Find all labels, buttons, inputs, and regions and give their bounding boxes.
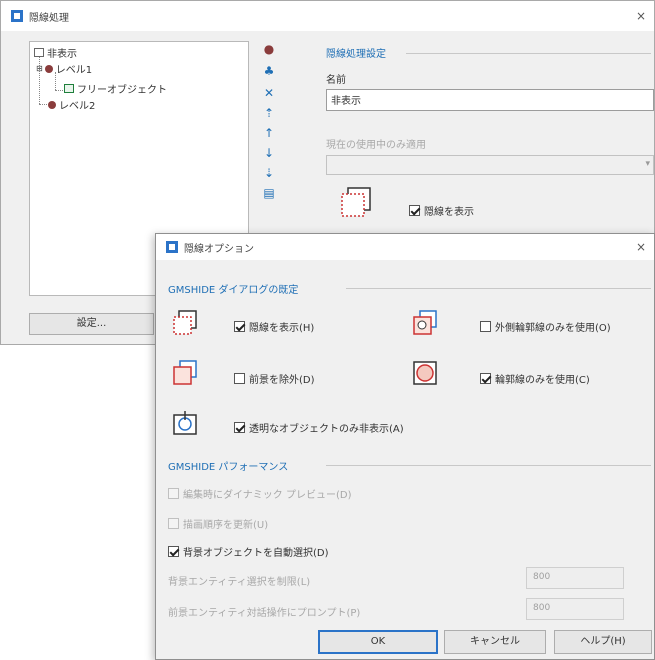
outer-outline-only-checkbox[interactable]: 外側輪郭線のみを使用(O)	[480, 319, 611, 334]
move-bottom-icon[interactable]: ⇣	[259, 165, 279, 181]
show-hidden-checkbox[interactable]: 隠線を表示	[409, 203, 474, 218]
checkbox-box[interactable]	[480, 321, 491, 332]
ok-button[interactable]: OK	[318, 630, 438, 654]
transparent-object-icon	[173, 411, 197, 435]
app-icon	[166, 241, 178, 253]
settings-button[interactable]: 設定...	[29, 313, 154, 335]
tree-item-label: レベル1	[55, 65, 93, 76]
app-icon	[11, 10, 23, 22]
title-bar: 隠線処理 ×	[1, 1, 654, 31]
group-divider	[346, 288, 651, 289]
tree-item-label: レベル2	[59, 101, 96, 112]
settings-group-title: 隠線処理設定	[326, 49, 386, 60]
gmshide-defaults-title: GMSHIDE ダイアログの既定	[168, 285, 299, 296]
close-icon[interactable]: ×	[636, 9, 646, 23]
name-input[interactable]: 非表示	[326, 89, 654, 111]
update-draw-order-checkbox[interactable]: 描画順序を更新(U)	[168, 516, 268, 531]
tree-connector	[39, 104, 47, 105]
checkbox-box[interactable]	[234, 373, 245, 384]
checkbox-label: 透明なオブジェクトのみ非表示(A)	[249, 424, 404, 435]
checkbox-box[interactable]	[409, 205, 420, 216]
more-icon[interactable]: ▤	[259, 185, 279, 201]
delete-icon[interactable]: ✕	[259, 85, 279, 101]
checkbox-label: 外側輪郭線のみを使用(O)	[495, 323, 611, 334]
checkbox-label: 背景オブジェクトを自動選択(D)	[183, 548, 329, 559]
checkbox-label: 隠線を表示(H)	[249, 323, 315, 334]
tree-item-level1[interactable]: ⊟ レベル1	[36, 62, 93, 76]
auto-select-background-checkbox[interactable]: 背景オブジェクトを自動選択(D)	[168, 544, 329, 559]
applies-label: 現在の使用中のみ適用	[326, 140, 426, 151]
outline-only-icon	[413, 361, 437, 385]
gmshide-performance-title: GMSHIDE パフォーマンス	[168, 462, 289, 473]
move-top-icon[interactable]: ↑	[259, 125, 279, 141]
dynamic-preview-checkbox[interactable]: 編集時にダイナミック プレビュー(D)	[168, 486, 351, 501]
checkbox-box[interactable]	[168, 488, 179, 499]
checkbox-box[interactable]	[168, 546, 179, 557]
level-icon	[44, 64, 53, 73]
move-down-icon[interactable]: ↓	[259, 145, 279, 161]
checkbox-box[interactable]	[234, 422, 245, 433]
limit-background-input[interactable]: 800	[526, 567, 624, 589]
group-divider	[406, 53, 651, 54]
dialog-title: 隠線オプション	[184, 243, 254, 255]
tree-item-label: フリーオブジェクト	[77, 85, 167, 96]
help-button[interactable]: ヘルプ(H)	[554, 630, 652, 654]
level-icon	[48, 100, 56, 109]
outline-only-checkbox[interactable]: 輪郭線のみを使用(C)	[480, 371, 590, 386]
applies-select[interactable]: ▾	[326, 155, 654, 175]
show-hidden-lines-checkbox[interactable]: 隠線を表示(H)	[234, 319, 314, 334]
exclude-foreground-checkbox[interactable]: 前景を除外(D)	[234, 371, 315, 386]
transparent-only-checkbox[interactable]: 透明なオブジェクトのみ非表示(A)	[234, 420, 404, 435]
object-icon	[64, 84, 74, 93]
hidden-line-preview-icon	[341, 187, 371, 217]
style-icon	[34, 48, 44, 57]
title-bar: 隠線オプション ×	[156, 234, 654, 260]
foreground-prompt-input[interactable]: 800	[526, 598, 624, 620]
hidden-line-options-dialog: 隠線オプション × GMSHIDE ダイアログの既定 隠線を表示(H) 外側輪郭…	[155, 233, 655, 660]
checkbox-label: 編集時にダイナミック プレビュー(D)	[183, 490, 352, 501]
checkbox-label: 前景を除外(D)	[249, 375, 315, 386]
cancel-button[interactable]: キャンセル	[444, 630, 546, 654]
tree-item-label: 非表示	[47, 49, 77, 60]
hidden-line-icon	[173, 310, 197, 335]
checkbox-box[interactable]	[168, 518, 179, 529]
checkbox-label: 隠線を表示	[424, 207, 474, 218]
checkbox-label: 描画順序を更新(U)	[183, 520, 269, 531]
checkbox-box[interactable]	[480, 373, 491, 384]
tree-connector	[55, 90, 63, 91]
move-up-icon[interactable]: ⇡	[259, 105, 279, 121]
checkbox-label: 輪郭線のみを使用(C)	[495, 375, 590, 386]
new-style-icon[interactable]: ♣	[259, 63, 279, 79]
chevron-down-icon: ▾	[645, 159, 650, 169]
collapse-icon[interactable]: ⊟	[36, 64, 43, 73]
exclude-foreground-icon	[173, 360, 197, 385]
outer-outline-icon	[413, 310, 437, 335]
tree-item-free-object[interactable]: フリーオブジェクト	[64, 82, 167, 96]
checkbox-box[interactable]	[234, 321, 245, 332]
tree-item-level2[interactable]: レベル2	[48, 98, 96, 112]
close-icon[interactable]: ×	[636, 240, 646, 254]
limit-background-label: 背景エンティティ選択を制限(L)	[168, 577, 311, 588]
new-level-icon[interactable]: ●	[259, 41, 279, 57]
foreground-prompt-label: 前景エンティティ対話操作にプロンプト(P)	[168, 608, 361, 619]
tree-item-hidden[interactable]: 非表示	[34, 46, 77, 60]
window-title: 隠線処理	[29, 12, 69, 24]
group-divider	[326, 465, 651, 466]
name-label: 名前	[326, 75, 346, 86]
